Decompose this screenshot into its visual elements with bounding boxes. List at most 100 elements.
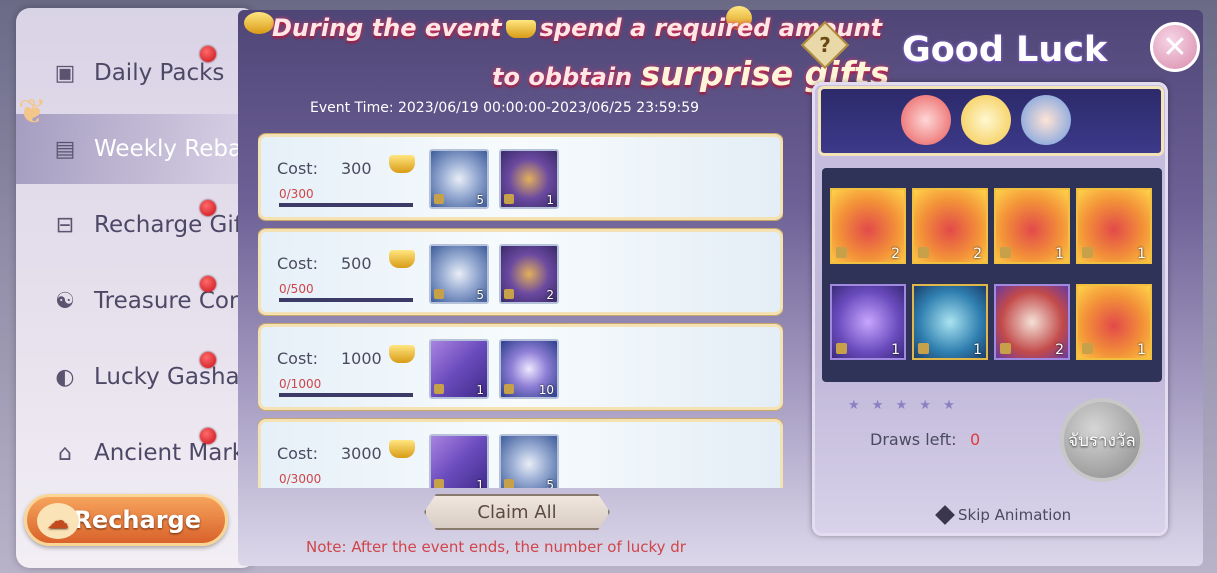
draws-left-value: 0 [970,430,981,449]
item-count: 1 [546,193,554,207]
butterfly-icon: ❦ [18,92,47,132]
ticket-icon[interactable]: 1 [429,339,489,399]
item-count: 2 [891,246,900,262]
gift-box-icon: ▣ [54,60,76,86]
gold-ingot-icon [389,440,415,458]
prize-cell[interactable]: 1 [912,284,988,360]
sidebar-item-daily-packs[interactable]: ▣ Daily Packs [16,38,256,108]
gold-ingot-icon [389,250,415,268]
sidebar-item-ancient-market[interactable]: ⌂ Ancient Mark [16,418,256,488]
event-sidebar: ▣ Daily Packs ▤ Weekly Reba ⊟ Recharge G… [16,8,256,568]
lock-icon [504,289,514,299]
gold-coin-icon [244,12,274,34]
cost-value: 3000 [341,444,382,463]
prize-cell[interactable]: 1 [830,284,906,360]
help-icon: ? [819,33,831,57]
lock-icon [918,343,929,354]
chest-icon: ⊟ [55,212,75,238]
reward-row: Cost: 1000 0/1000 1 10 [258,324,783,410]
gold-ingot-icon [389,345,415,363]
lock-icon [504,479,514,488]
event-banner-line1: During the event spend a required amount [272,14,882,42]
lock-icon [1082,247,1093,258]
star-rating: ★ ★ ★ ★ ★ [848,398,959,413]
silver-coin-icon[interactable]: 5 [429,149,489,209]
reward-row: Cost: 300 0/300 5 1 [258,134,783,220]
lock-icon [1000,343,1011,354]
recharge-button[interactable]: ☁ Recharge [24,494,228,546]
prize-cell[interactable]: 1 [994,188,1070,264]
notification-dot [200,352,216,368]
mascot-icon [901,95,951,145]
spirit-orb-icon[interactable]: 10 [499,339,559,399]
sidebar-item-recharge-gift[interactable]: ⊟ Recharge Gif [16,190,256,260]
item-count: 1 [973,342,982,358]
sidebar-item-lucky-gasha[interactable]: ◐ Lucky Gasha [16,342,256,412]
event-time: Event Time: 2023/06/19 00:00:00-2023/06/… [310,100,700,116]
silver-coin-icon[interactable]: 5 [499,434,559,488]
cost-value: 500 [341,254,372,273]
lock-icon [434,479,444,488]
claim-all-button[interactable]: Claim All [424,494,610,530]
cost-label: Cost: [277,444,318,463]
progress-text: 0/300 [279,187,314,201]
skip-animation-toggle[interactable]: Skip Animation [935,505,1071,525]
lock-icon [918,247,929,258]
item-count: 1 [1137,342,1146,358]
sidebar-item-label: Treasure Cor [94,288,239,314]
lock-icon [504,384,514,394]
progress-bar [279,298,413,302]
progress-text: 0/1000 [279,377,322,391]
lock-icon [1000,247,1011,258]
reward-row: Cost: 500 0/500 5 2 [258,229,783,315]
lock-icon [836,343,847,354]
cost-label: Cost: [277,349,318,368]
treasure-chest-icon[interactable]: 1 [499,149,559,209]
cost-label: Cost: [277,254,318,273]
banner-text: to obbtain [492,63,633,91]
sidebar-item-weekly-rebate[interactable]: ▤ Weekly Reba [16,114,256,184]
prize-cell[interactable]: 2 [830,188,906,264]
gold-ingot-icon [505,20,536,38]
banner-text: During the event [272,14,502,42]
close-button[interactable]: ✕ [1150,22,1200,72]
ticket-icon[interactable]: 1 [429,434,489,488]
lock-icon [434,384,444,394]
prize-cell[interactable]: 1 [1076,284,1152,360]
mascot-icon [1021,95,1071,145]
cloud-icon: ☁ [37,503,79,539]
treasure-chest-icon[interactable]: 2 [499,244,559,304]
close-icon: ✕ [1162,29,1188,65]
reward-list[interactable]: Cost: 300 0/300 5 1 Cost: 500 0/500 5 2 … [258,132,783,488]
sidebar-item-label: Recharge Gif [94,212,242,238]
mascot-banner [818,86,1164,156]
item-count: 1 [891,342,900,358]
item-count: 1 [476,478,484,488]
gold-ingot-icon [389,155,415,173]
gacha-prize-grid: 2 2 1 1 1 1 2 1 [822,168,1162,382]
cost-label: Cost: [277,159,318,178]
sidebar-item-label: Lucky Gasha [94,364,240,390]
checkbox-icon[interactable] [935,505,955,525]
draws-left-label: Draws left: [870,430,957,449]
draw-button-label: จับรางวัล [1068,430,1136,451]
item-count: 2 [546,288,554,302]
notification-dot [200,200,216,216]
sidebar-item-label: Ancient Mark [94,440,246,466]
claim-all-label: Claim All [477,501,557,523]
sidebar-item-treasure[interactable]: ☯ Treasure Cor [16,266,256,336]
prize-cell[interactable]: 1 [1076,188,1152,264]
gacha-ball-icon: ◐ [55,364,75,390]
prize-cell[interactable]: 2 [912,188,988,264]
mascot-icon [961,95,1011,145]
notification-dot [200,46,216,62]
progress-bar [279,203,413,207]
notification-dot [200,276,216,292]
prize-cell[interactable]: 2 [994,284,1070,360]
item-count: 10 [538,383,554,397]
lock-icon [434,289,444,299]
event-note: Note: After the event ends, the number o… [306,538,686,556]
draw-button[interactable]: จับรางวัล [1060,398,1144,482]
sidebar-item-label: Daily Packs [94,60,225,86]
silver-coin-icon[interactable]: 5 [429,244,489,304]
